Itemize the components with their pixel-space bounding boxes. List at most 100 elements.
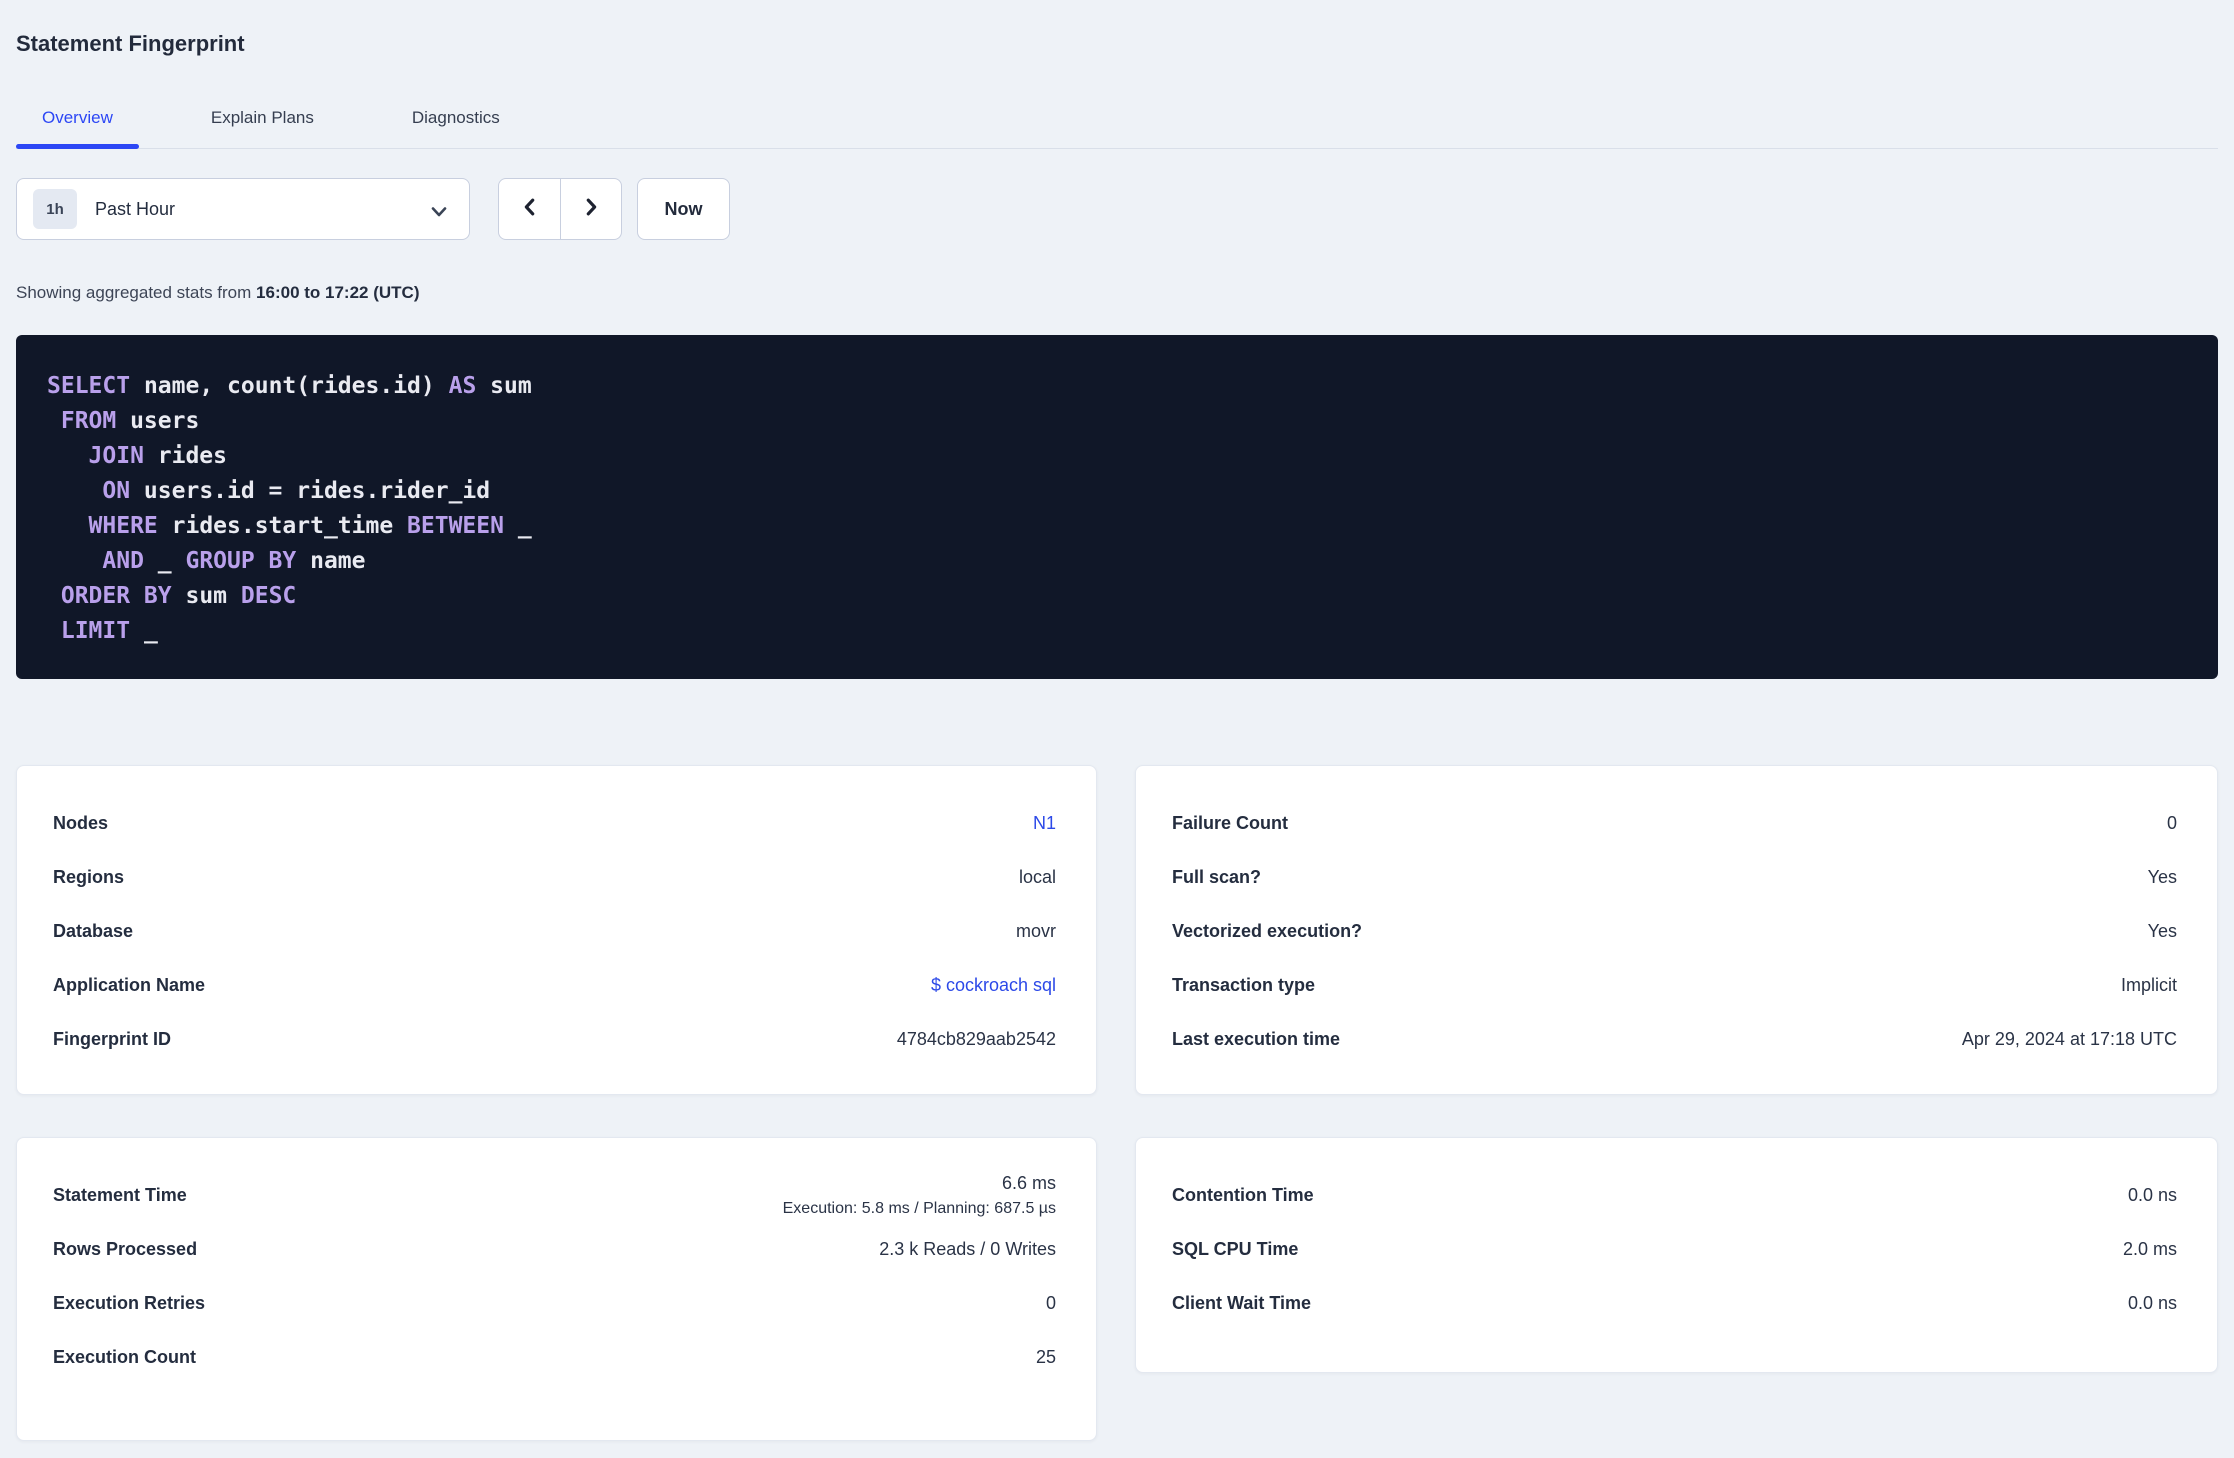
card-row-value: 6.6 ms xyxy=(1001,1172,1056,1193)
sql-text: sum xyxy=(171,583,241,609)
card-row-value: 0 xyxy=(2166,812,2177,833)
card-row-value-group: 0 xyxy=(1046,1293,1056,1314)
card-row-label: Nodes xyxy=(53,812,109,833)
sql-line: JOIN rides xyxy=(47,439,2187,474)
card-row-value: 2.0 ms xyxy=(2122,1238,2177,1259)
card-row: SQL CPU Time 2.0 ms xyxy=(1172,1222,2177,1276)
card-row-label: Last execution time xyxy=(1172,1028,1341,1049)
card-row-label: Execution Retries xyxy=(53,1292,206,1313)
time-range-picker[interactable]: 1h Past Hour xyxy=(16,178,470,240)
card-row: Full scan? Yes xyxy=(1172,850,2177,904)
statement-time-card: Statement Time 6.6 ms Execution: 5.8 ms / … xyxy=(16,1137,1097,1441)
next-time-range-button[interactable] xyxy=(560,179,621,239)
chevron-down-icon xyxy=(431,204,447,222)
sql-keyword: ON xyxy=(102,478,131,504)
card-row-value-group: 0.0 ns xyxy=(2128,1293,2177,1314)
aggregated-stats-status: Showing aggregated stats from 16:00 to 1… xyxy=(16,282,2218,303)
sql-text: rides.start_time xyxy=(157,513,408,539)
card-row: Application Name $ cockroach sql xyxy=(53,958,1056,1012)
card-row-value: Implicit xyxy=(2120,974,2177,995)
sql-text: _ xyxy=(130,618,158,644)
sql-keyword: GROUP BY xyxy=(185,548,297,574)
card-row-value: Yes xyxy=(2147,866,2177,887)
tab-diagnostics[interactable]: Diagnostics xyxy=(386,108,526,148)
card-row-link-value[interactable]: $ cockroach sql xyxy=(931,975,1056,996)
card-row: Database movr xyxy=(53,904,1056,958)
now-button[interactable]: Now xyxy=(637,178,730,240)
card-row: Execution Count 25 xyxy=(53,1330,1056,1384)
sql-keyword: AS xyxy=(448,373,477,399)
card-row-link-value[interactable]: N1 xyxy=(1033,813,1056,834)
card-row: Failure Count 0 xyxy=(1172,796,2177,850)
card-row: Regions local xyxy=(53,850,1056,904)
card-row-label: Rows Processed xyxy=(53,1238,198,1259)
previous-time-range-button[interactable] xyxy=(499,179,560,239)
wait-time-card: Contention Time 0.0 ns SQL CPU Time 2.0 ms C… xyxy=(1135,1137,2218,1373)
sql-text: name, count(rides.id) xyxy=(130,373,449,399)
card-row-label: Full scan? xyxy=(1172,866,1262,887)
card-row-value: 4784cb829aab2542 xyxy=(896,1028,1056,1049)
sql-keyword: JOIN xyxy=(88,443,144,469)
sql-keyword: DESC xyxy=(240,583,297,609)
card-row-label: Regions xyxy=(53,866,125,887)
sql-line: FROM users xyxy=(47,404,2187,439)
page-title: Statement Fingerprint xyxy=(16,31,245,56)
card-row-value: 0 xyxy=(1045,1292,1056,1313)
card-row-value-group: local xyxy=(1019,867,1056,888)
sql-statement-box: SELECT name, count(rides.id) AS sum FROM … xyxy=(16,335,2218,679)
card-row-label: Application Name xyxy=(53,974,206,995)
card-row-label: Database xyxy=(53,920,134,941)
sql-keyword: ORDER BY xyxy=(60,583,172,609)
card-row-subvalue: Execution: 5.8 ms / Planning: 687.5 µs xyxy=(782,1199,1056,1217)
status-time-range: 16:00 to 17:22 (UTC) xyxy=(256,283,420,302)
statement-details-card: Nodes N1 Regions local Database movr Applicati… xyxy=(16,765,1097,1095)
time-range-badge: 1h xyxy=(33,189,77,229)
card-row-value-group: $ cockroach sql xyxy=(931,975,1056,996)
card-row-value-group: 2.3 k Reads / 0 Writes xyxy=(879,1239,1056,1260)
card-row-value: movr xyxy=(1016,920,1056,941)
card-row: Nodes N1 xyxy=(53,796,1056,850)
card-row-label: Statement Time xyxy=(53,1184,187,1205)
card-row-label: Vectorized execution? xyxy=(1172,920,1363,941)
sql-line: ORDER BY sum DESC xyxy=(47,579,2187,614)
sql-line: ON users.id = rides.rider_id xyxy=(47,474,2187,509)
card-row: Vectorized execution? Yes xyxy=(1172,904,2177,958)
time-range-label: Past Hour xyxy=(95,198,176,219)
sql-keyword: SELECT xyxy=(47,373,131,399)
tab-overview[interactable]: Overview xyxy=(16,108,139,149)
time-controls: 1h Past Hour Now xyxy=(16,178,2218,240)
card-row-value-group: Yes xyxy=(2148,867,2177,888)
sql-keyword: BETWEEN xyxy=(407,513,504,539)
sql-line: LIMIT _ xyxy=(47,614,2187,649)
card-row-value-group: Implicit xyxy=(2121,975,2177,996)
sql-text: sum xyxy=(476,373,532,399)
stats-cards-row: Statement Time 6.6 ms Execution: 5.8 ms / … xyxy=(16,1137,2218,1441)
card-row-value-group: 2.0 ms xyxy=(2123,1239,2177,1260)
sql-line: AND _ GROUP BY name xyxy=(47,544,2187,579)
card-row-value-group: N1 xyxy=(1033,813,1056,834)
time-range-pager xyxy=(498,178,622,240)
sql-keyword: LIMIT xyxy=(60,618,131,644)
card-row-value-group: 0 xyxy=(2167,813,2177,834)
sql-text: users xyxy=(116,408,200,434)
card-row: Contention Time 0.0 ns xyxy=(1172,1168,2177,1222)
sql-line: SELECT name, count(rides.id) AS sum xyxy=(47,369,2187,404)
card-row-label: Execution Count xyxy=(53,1346,196,1367)
sql-text: rides xyxy=(143,443,228,469)
statement-fingerprint-page: Statement Fingerprint Overview Explain Pl… xyxy=(0,0,2234,1458)
card-row: Fingerprint ID 4784cb829aab2542 xyxy=(53,1012,1056,1066)
card-row-label: Transaction type xyxy=(1172,974,1316,995)
card-row-label: Contention Time xyxy=(1172,1184,1314,1205)
card-row: Execution Retries 0 xyxy=(53,1276,1056,1330)
card-row-label: Fingerprint ID xyxy=(53,1028,171,1049)
status-prefix: Showing aggregated stats from xyxy=(16,283,252,302)
card-row-value: 25 xyxy=(1035,1346,1056,1367)
sql-text: _ xyxy=(503,513,532,539)
card-row-value-group: 25 xyxy=(1036,1347,1056,1368)
tab-explain-plans[interactable]: Explain Plans xyxy=(185,108,340,148)
card-row-value-group: 0.0 ns xyxy=(2128,1185,2177,1206)
card-row-value-group: 6.6 ms Execution: 5.8 ms / Planning: 687.… xyxy=(783,1173,1056,1218)
tab-bar: Overview Explain Plans Diagnostics xyxy=(16,108,2218,149)
card-row-value: 0.0 ns xyxy=(2127,1292,2177,1313)
sql-line: WHERE rides.start_time BETWEEN _ xyxy=(47,509,2187,544)
